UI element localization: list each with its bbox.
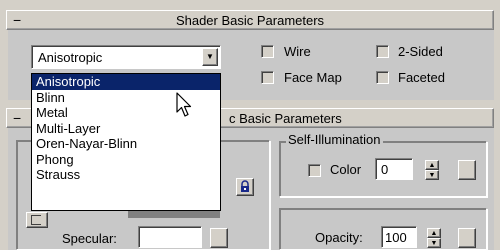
shader-option[interactable]: Multi-Layer bbox=[32, 121, 220, 137]
faceted-checkbox[interactable] bbox=[376, 71, 389, 84]
shader-basic-parameters-header[interactable]: − Shader Basic Parameters bbox=[6, 10, 494, 30]
shader-option[interactable]: Strauss bbox=[32, 167, 220, 183]
self-illum-spinner[interactable]: ▲ ▼ bbox=[425, 160, 439, 180]
opacity-spinner[interactable]: ▲ ▼ bbox=[427, 228, 441, 248]
spinner-down-icon[interactable]: ▼ bbox=[427, 238, 441, 248]
opacity-map-button[interactable] bbox=[458, 228, 476, 248]
opacity-label: Opacity: bbox=[315, 230, 363, 245]
lock-icon bbox=[241, 180, 249, 192]
specular-label: Specular: bbox=[62, 231, 117, 246]
opacity-value: 100 bbox=[385, 230, 407, 245]
specular-color-swatch[interactable] bbox=[138, 226, 202, 248]
shader-dropdown-value: Anisotropic bbox=[38, 50, 103, 65]
self-illum-value-input[interactable]: 0 bbox=[375, 158, 413, 180]
dropdown-arrow-button[interactable]: ▼ bbox=[202, 48, 218, 66]
wire-checkbox[interactable] bbox=[261, 45, 274, 58]
shader-type-dropdown[interactable]: Anisotropic ▼ bbox=[31, 45, 221, 69]
chevron-down-icon: ▼ bbox=[206, 52, 214, 61]
self-illum-color-checkbox[interactable] bbox=[308, 164, 321, 177]
two-sided-label: 2-Sided bbox=[398, 44, 443, 59]
rollout-title: c Basic Parameters bbox=[229, 111, 342, 126]
shader-option[interactable]: Anisotropic bbox=[32, 74, 220, 90]
self-illumination-title: Self-Illumination bbox=[286, 132, 383, 147]
collapse-icon: − bbox=[13, 110, 22, 126]
faceted-label: Faceted bbox=[398, 70, 445, 85]
self-illum-map-button[interactable] bbox=[458, 160, 476, 180]
face-map-label: Face Map bbox=[284, 70, 342, 85]
face-map-checkbox[interactable] bbox=[261, 71, 274, 84]
spinner-up-icon[interactable]: ▲ bbox=[427, 228, 441, 238]
lock-button[interactable] bbox=[236, 178, 254, 196]
shader-option[interactable]: Oren-Nayar-Blinn bbox=[32, 136, 220, 152]
map-button[interactable] bbox=[26, 212, 48, 228]
spinner-down-icon[interactable]: ▼ bbox=[425, 170, 439, 180]
self-illum-color-label: Color bbox=[330, 162, 362, 177]
rollout-title: Shader Basic Parameters bbox=[175, 13, 325, 28]
cursor-icon bbox=[176, 92, 192, 117]
self-illum-value: 0 bbox=[381, 162, 389, 177]
shader-option[interactable]: Phong bbox=[32, 152, 220, 168]
wire-label: Wire bbox=[284, 44, 311, 59]
two-sided-checkbox[interactable] bbox=[376, 45, 389, 58]
opacity-input[interactable]: 100 bbox=[381, 226, 417, 248]
specular-map-button[interactable] bbox=[210, 228, 228, 248]
spinner-up-icon[interactable]: ▲ bbox=[425, 160, 439, 170]
